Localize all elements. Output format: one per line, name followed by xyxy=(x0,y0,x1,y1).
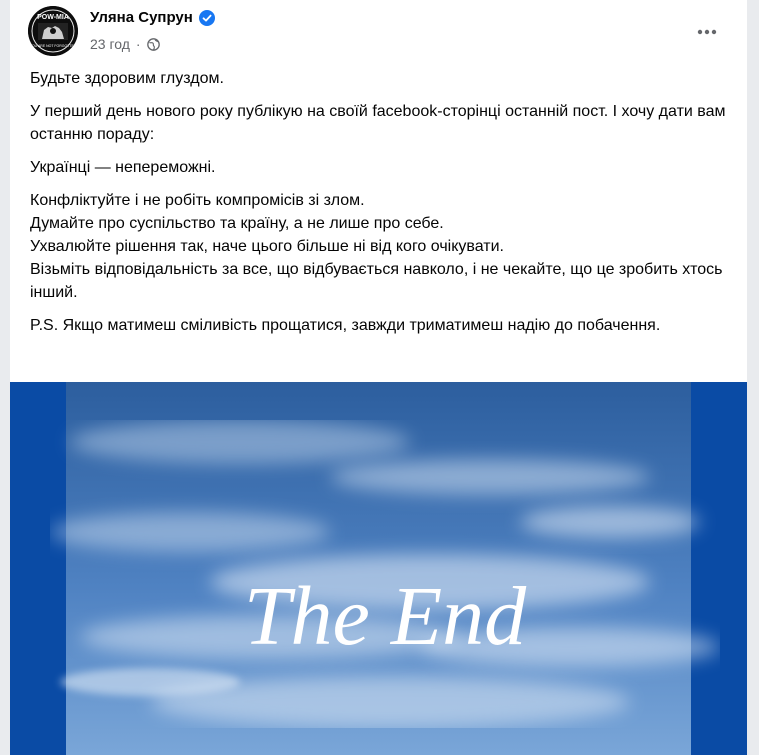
text-line: Українці — непереможні. xyxy=(30,159,216,176)
avatar[interactable]: POW-MIA YOU ARE NOT FORGOTTEN xyxy=(28,6,78,56)
paragraph-1: Будьте здоровим глуздом. xyxy=(30,67,729,90)
avatar-text-bottom: YOU ARE NOT FORGOTTEN xyxy=(30,44,77,48)
text-line: Візьміть відповідальність за все, що від… xyxy=(30,261,723,301)
more-options-icon xyxy=(697,29,717,35)
paragraph-4: Конфліктуйте і не робіть компромісів зі … xyxy=(30,189,729,304)
text-line: P.S. Якщо матимеш сміливість прощатися, … xyxy=(30,317,661,334)
paragraph-2: У перший день нового року публікую на св… xyxy=(30,100,729,146)
meta-separator: · xyxy=(135,36,141,52)
post-image[interactable]: The End xyxy=(10,382,747,755)
post-time[interactable]: 23 год xyxy=(90,36,130,52)
text-line: Конфліктуйте і не робіть компромісів зі … xyxy=(30,192,365,209)
the-end-title: The End xyxy=(244,570,527,663)
text-line: Думайте про суспільство та країну, а не … xyxy=(30,215,444,232)
more-options-button[interactable] xyxy=(689,14,725,50)
paragraph-3: Українці — непереможні. xyxy=(30,156,729,179)
avatar-text-top: POW-MIA xyxy=(37,14,69,21)
globe-icon[interactable] xyxy=(146,37,160,51)
pow-mia-logo: POW-MIA YOU ARE NOT FORGOTTEN xyxy=(28,6,78,56)
paragraph-5: P.S. Якщо матимеш сміливість прощатися, … xyxy=(30,314,729,337)
post-meta: 23 год · xyxy=(90,36,160,52)
post-text: Будьте здоровим глуздом. У перший день н… xyxy=(10,62,747,337)
verified-badge-icon xyxy=(198,9,215,26)
facebook-post: POW-MIA YOU ARE NOT FORGOTTEN Уляна Супр… xyxy=(10,0,747,755)
text-line: Ухвалюйте рішення так, наче цього більше… xyxy=(30,238,504,255)
text-line: Будьте здоровим глуздом. xyxy=(30,70,224,87)
text-line: У перший день нового року публікую на св… xyxy=(30,103,726,143)
post-header: POW-MIA YOU ARE NOT FORGOTTEN Уляна Супр… xyxy=(10,0,747,62)
author-name[interactable]: Уляна Супрун xyxy=(90,9,193,26)
